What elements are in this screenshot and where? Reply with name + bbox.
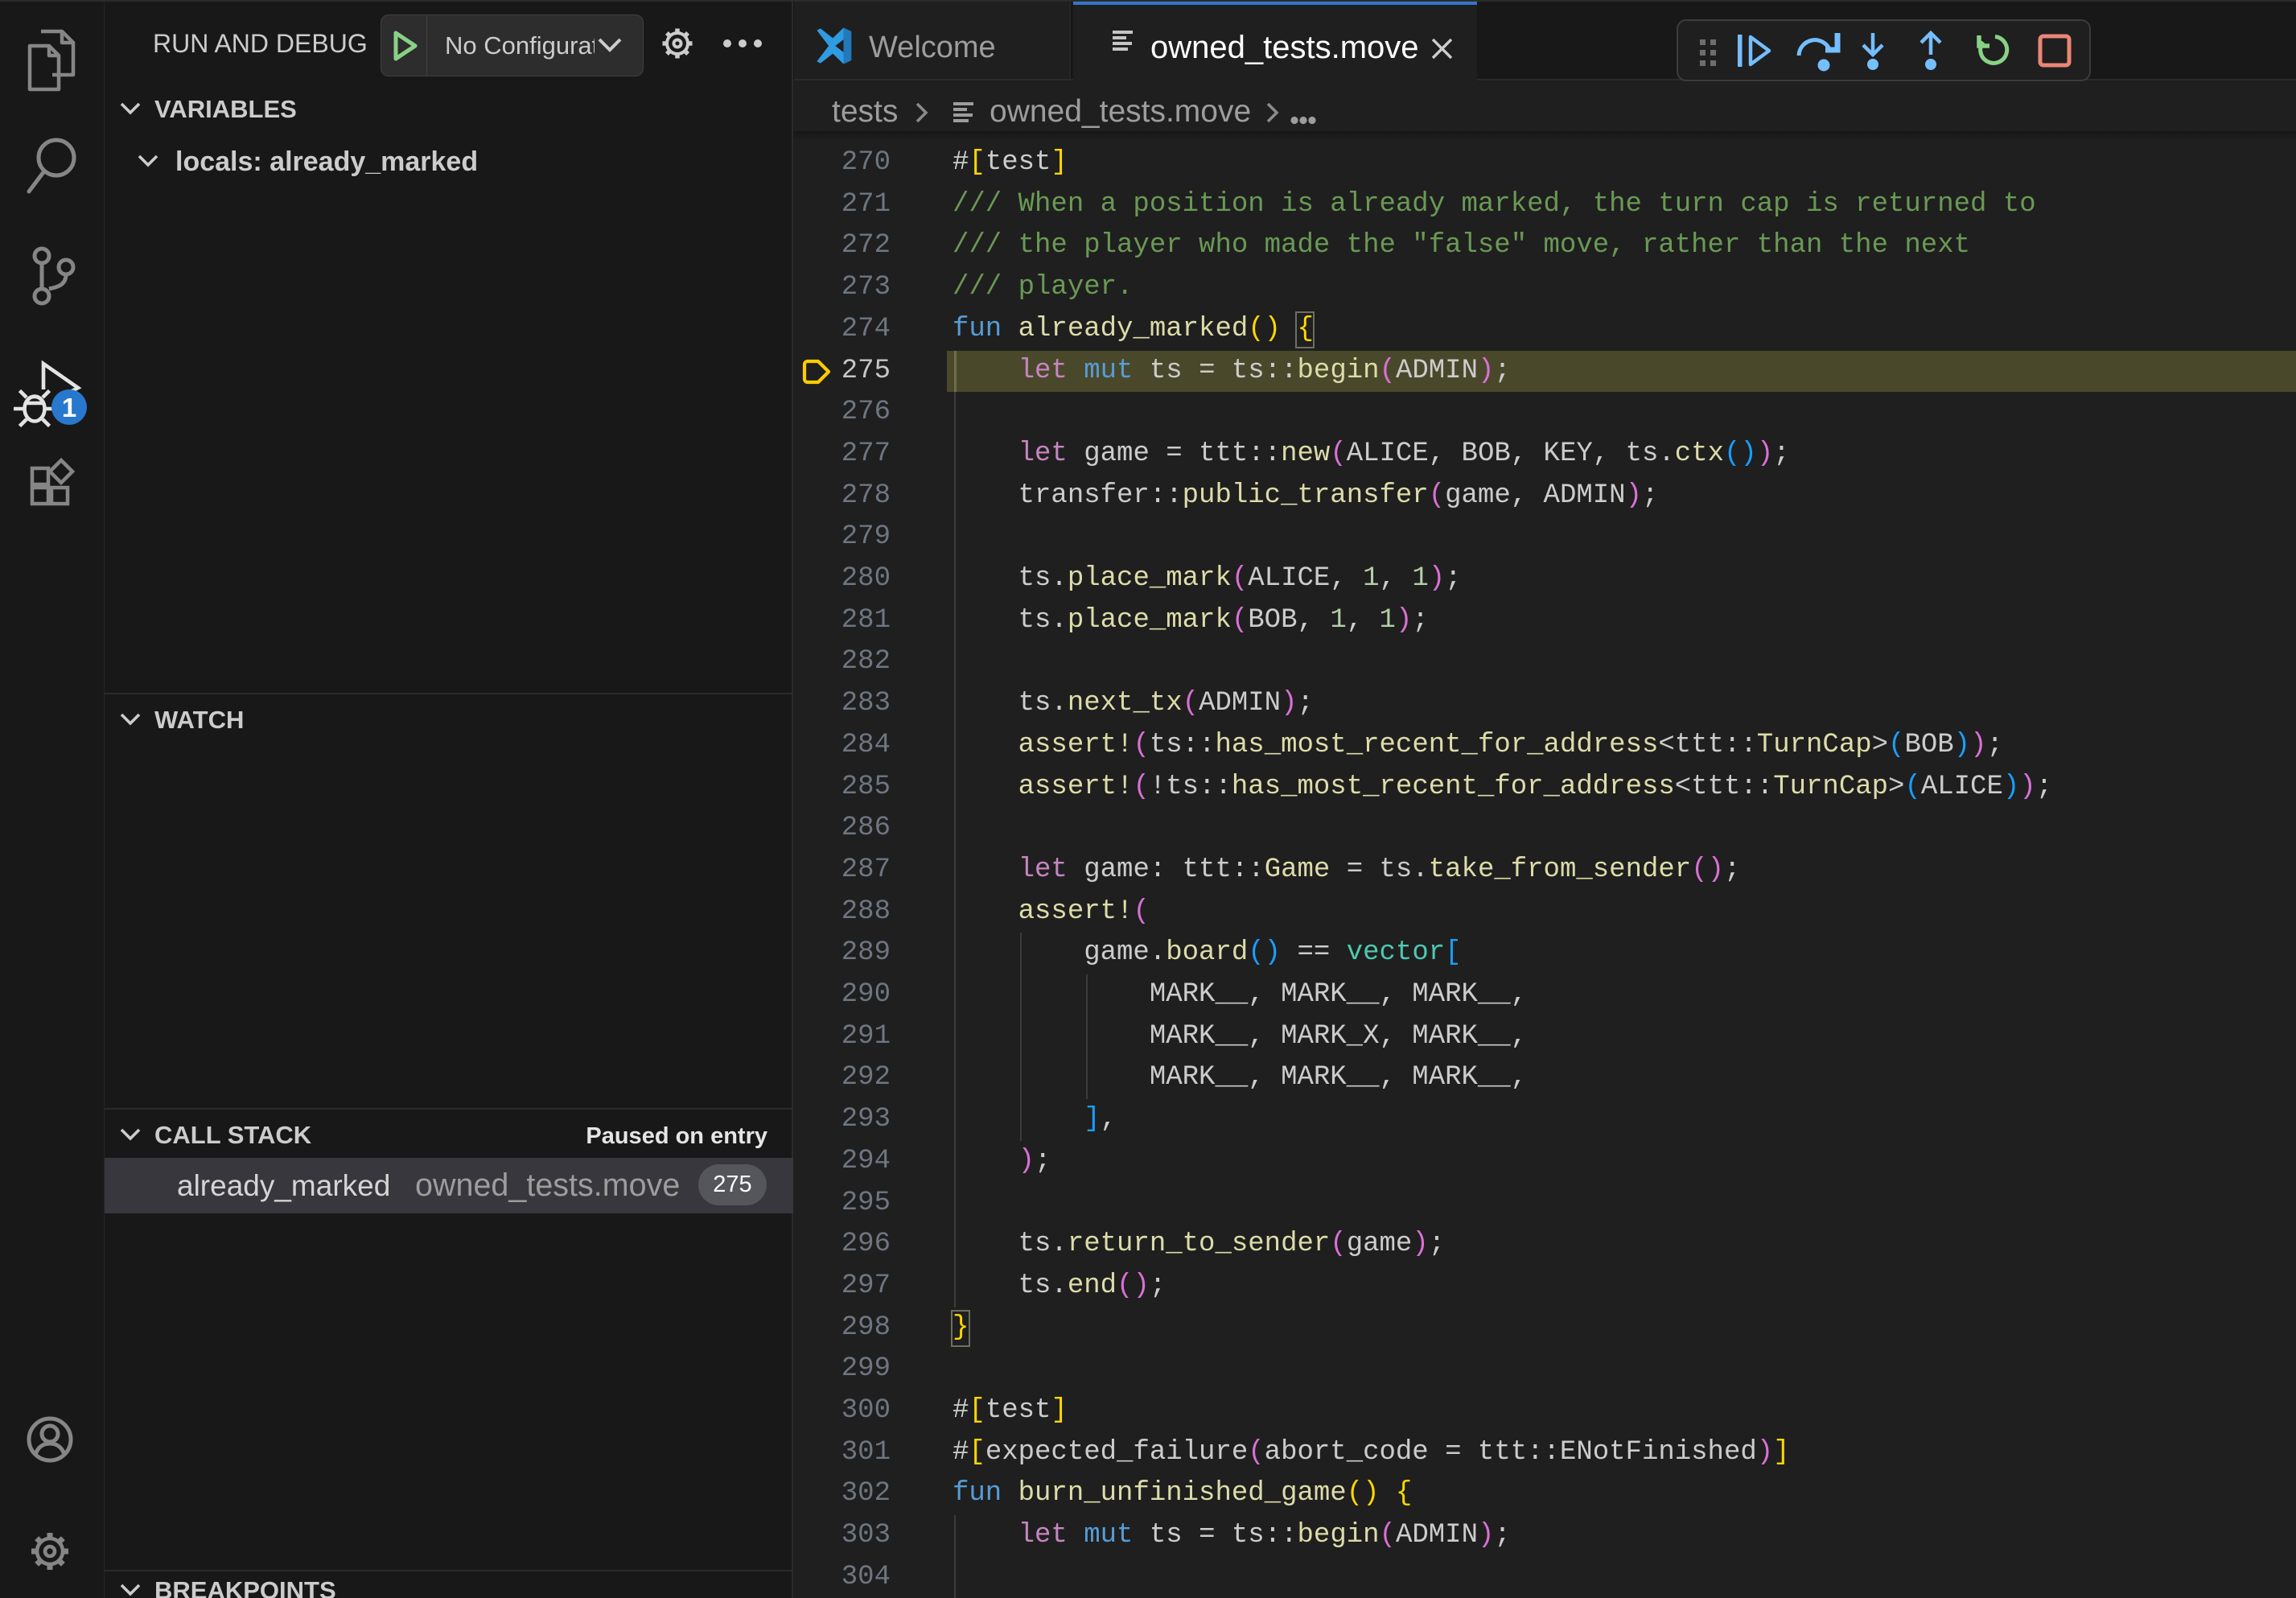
svg-text:1: 1 [62,393,76,422]
